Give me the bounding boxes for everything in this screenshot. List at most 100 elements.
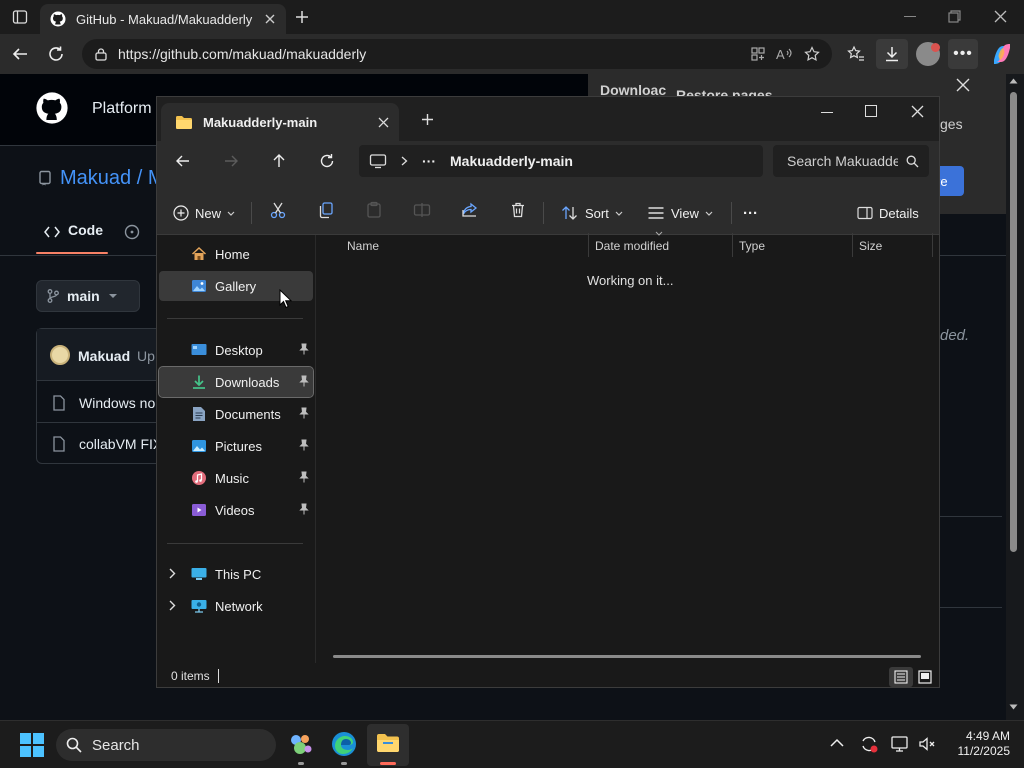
horizontal-scrollbar[interactable] <box>333 655 921 658</box>
edge-browser-icon[interactable] <box>331 731 357 757</box>
share-icon[interactable] <box>461 201 479 219</box>
view-button[interactable]: View <box>647 201 713 225</box>
column-header-date-modified[interactable]: Date modified <box>595 239 669 253</box>
new-tab-icon[interactable] <box>288 3 316 31</box>
nav-label: Home <box>215 246 250 262</box>
restore-close-icon[interactable] <box>956 78 970 92</box>
page-scrollbar-thumb[interactable] <box>1010 92 1017 552</box>
browser-tab-github[interactable]: GitHub - Makuad/Makuadderly <box>40 4 286 34</box>
column-divider[interactable] <box>732 233 733 257</box>
repo-title-link[interactable]: Makuad / M <box>60 167 164 190</box>
pin-icon <box>299 375 309 387</box>
taskbar-search-box[interactable]: Search <box>56 729 276 761</box>
show-hidden-icons-chevron-icon[interactable] <box>830 738 844 747</box>
explorer-tab[interactable]: Makuadderly-main <box>161 103 399 141</box>
refresh-icon[interactable] <box>42 40 70 68</box>
delete-icon[interactable] <box>509 201 527 219</box>
restore-button[interactable]: re <box>936 166 964 196</box>
explorer-minimize-icon[interactable] <box>821 112 833 113</box>
read-aloud-icon[interactable]: A <box>776 46 794 62</box>
nav-item-this-pc[interactable]: This PC <box>159 559 313 589</box>
details-view-button[interactable] <box>889 667 913 687</box>
see-more-button[interactable]: ··· <box>743 201 758 225</box>
profile-avatar[interactable] <box>916 42 940 66</box>
tiles-view-button[interactable] <box>915 667 935 687</box>
commit-message[interactable]: Up <box>137 348 155 364</box>
nav-item-home[interactable]: Home <box>159 239 313 269</box>
search-icon[interactable] <box>906 155 919 168</box>
column-header-type[interactable]: Type <box>739 239 765 253</box>
nav-item-network[interactable]: Network <box>159 591 313 621</box>
cut-icon[interactable] <box>269 201 287 219</box>
column-divider[interactable] <box>932 233 933 257</box>
network-monitor-icon[interactable] <box>891 735 909 753</box>
nav-item-downloads[interactable]: Downloads <box>158 366 314 398</box>
browser-restore-icon[interactable] <box>948 10 961 23</box>
tab-close-icon[interactable] <box>264 13 276 25</box>
back-arrow-icon[interactable] <box>175 153 191 169</box>
rename-icon[interactable] <box>413 201 431 219</box>
file-explorer-taskbar-button[interactable] <box>367 724 409 766</box>
add-tab-icon[interactable] <box>421 113 434 126</box>
expand-chevron-icon[interactable] <box>169 568 176 579</box>
lock-icon[interactable] <box>94 47 108 61</box>
search-input[interactable]: Search Makuadderly-main <box>787 153 898 169</box>
divider <box>940 607 1002 608</box>
system-clock[interactable]: 4:49 AM 11/2/2025 <box>930 729 1011 759</box>
sync-status-icon[interactable] <box>860 735 878 753</box>
column-header-name[interactable]: Name <box>347 239 379 253</box>
app-available-icon[interactable] <box>750 46 766 62</box>
start-windows-icon[interactable] <box>20 733 44 757</box>
copilot-icon[interactable] <box>990 42 1014 66</box>
nav-item-desktop[interactable]: Desktop <box>159 335 313 365</box>
forward-arrow-icon[interactable] <box>223 153 239 169</box>
nav-item-pictures[interactable]: Pictures <box>159 431 313 461</box>
file-link[interactable]: collabVM FIX <box>79 436 162 452</box>
explorer-close-icon[interactable] <box>911 105 924 118</box>
breadcrumb-overflow[interactable]: ··· <box>422 153 436 169</box>
address-breadcrumb[interactable]: ··· Makuadderly-main <box>359 145 763 177</box>
computer-icon[interactable] <box>369 153 387 169</box>
nav-item-documents[interactable]: Documents <box>159 399 313 429</box>
nav-item-music[interactable]: Music <box>159 463 313 493</box>
paste-icon[interactable] <box>365 201 383 219</box>
downloads-toolbar-button[interactable] <box>876 39 908 69</box>
widgets-icon[interactable] <box>288 731 314 757</box>
close-tab-icon[interactable] <box>378 117 389 128</box>
url-text[interactable]: https://github.com/makuad/makuadderly <box>118 46 740 62</box>
tab-actions-icon[interactable] <box>6 3 34 31</box>
avatar[interactable] <box>50 345 70 365</box>
new-button[interactable]: New <box>173 201 235 225</box>
github-logo-icon[interactable] <box>36 92 68 124</box>
breadcrumb-current-folder[interactable]: Makuadderly-main <box>450 153 573 169</box>
branch-name: main <box>67 288 100 304</box>
browser-close-icon[interactable] <box>994 10 1007 23</box>
search-box[interactable]: Search Makuadderly-main <box>773 145 929 177</box>
column-divider[interactable] <box>588 233 589 257</box>
refresh-folder-icon[interactable] <box>319 153 335 169</box>
nav-item-videos[interactable]: Videos <box>159 495 313 525</box>
sort-button[interactable]: Sort <box>561 201 623 225</box>
videos-icon <box>191 502 207 518</box>
scroll-down-icon[interactable] <box>1009 704 1018 710</box>
branch-selector[interactable]: main <box>36 280 140 312</box>
commit-author[interactable]: Makuad <box>78 348 130 364</box>
github-platform-menu[interactable]: Platform <box>92 100 152 118</box>
favorite-star-icon[interactable] <box>804 46 820 62</box>
file-link[interactable]: Windows no <box>79 395 155 411</box>
explorer-maximize-icon[interactable] <box>865 105 877 117</box>
back-icon[interactable] <box>6 40 34 68</box>
favorites-icon[interactable] <box>842 40 870 68</box>
expand-chevron-icon[interactable] <box>169 600 176 611</box>
issues-icon[interactable] <box>124 224 140 240</box>
copy-icon[interactable] <box>317 201 335 219</box>
address-bar[interactable]: https://github.com/makuad/makuadderly A <box>82 39 832 69</box>
tab-code[interactable]: Code <box>68 222 103 238</box>
settings-more-button[interactable]: ••• <box>948 39 978 69</box>
browser-minimize-icon[interactable] <box>904 16 916 17</box>
up-arrow-icon[interactable] <box>271 153 287 169</box>
scroll-up-icon[interactable] <box>1009 78 1018 84</box>
column-header-size[interactable]: Size <box>859 239 882 253</box>
details-pane-button[interactable]: Details <box>857 201 919 225</box>
column-divider[interactable] <box>852 233 853 257</box>
